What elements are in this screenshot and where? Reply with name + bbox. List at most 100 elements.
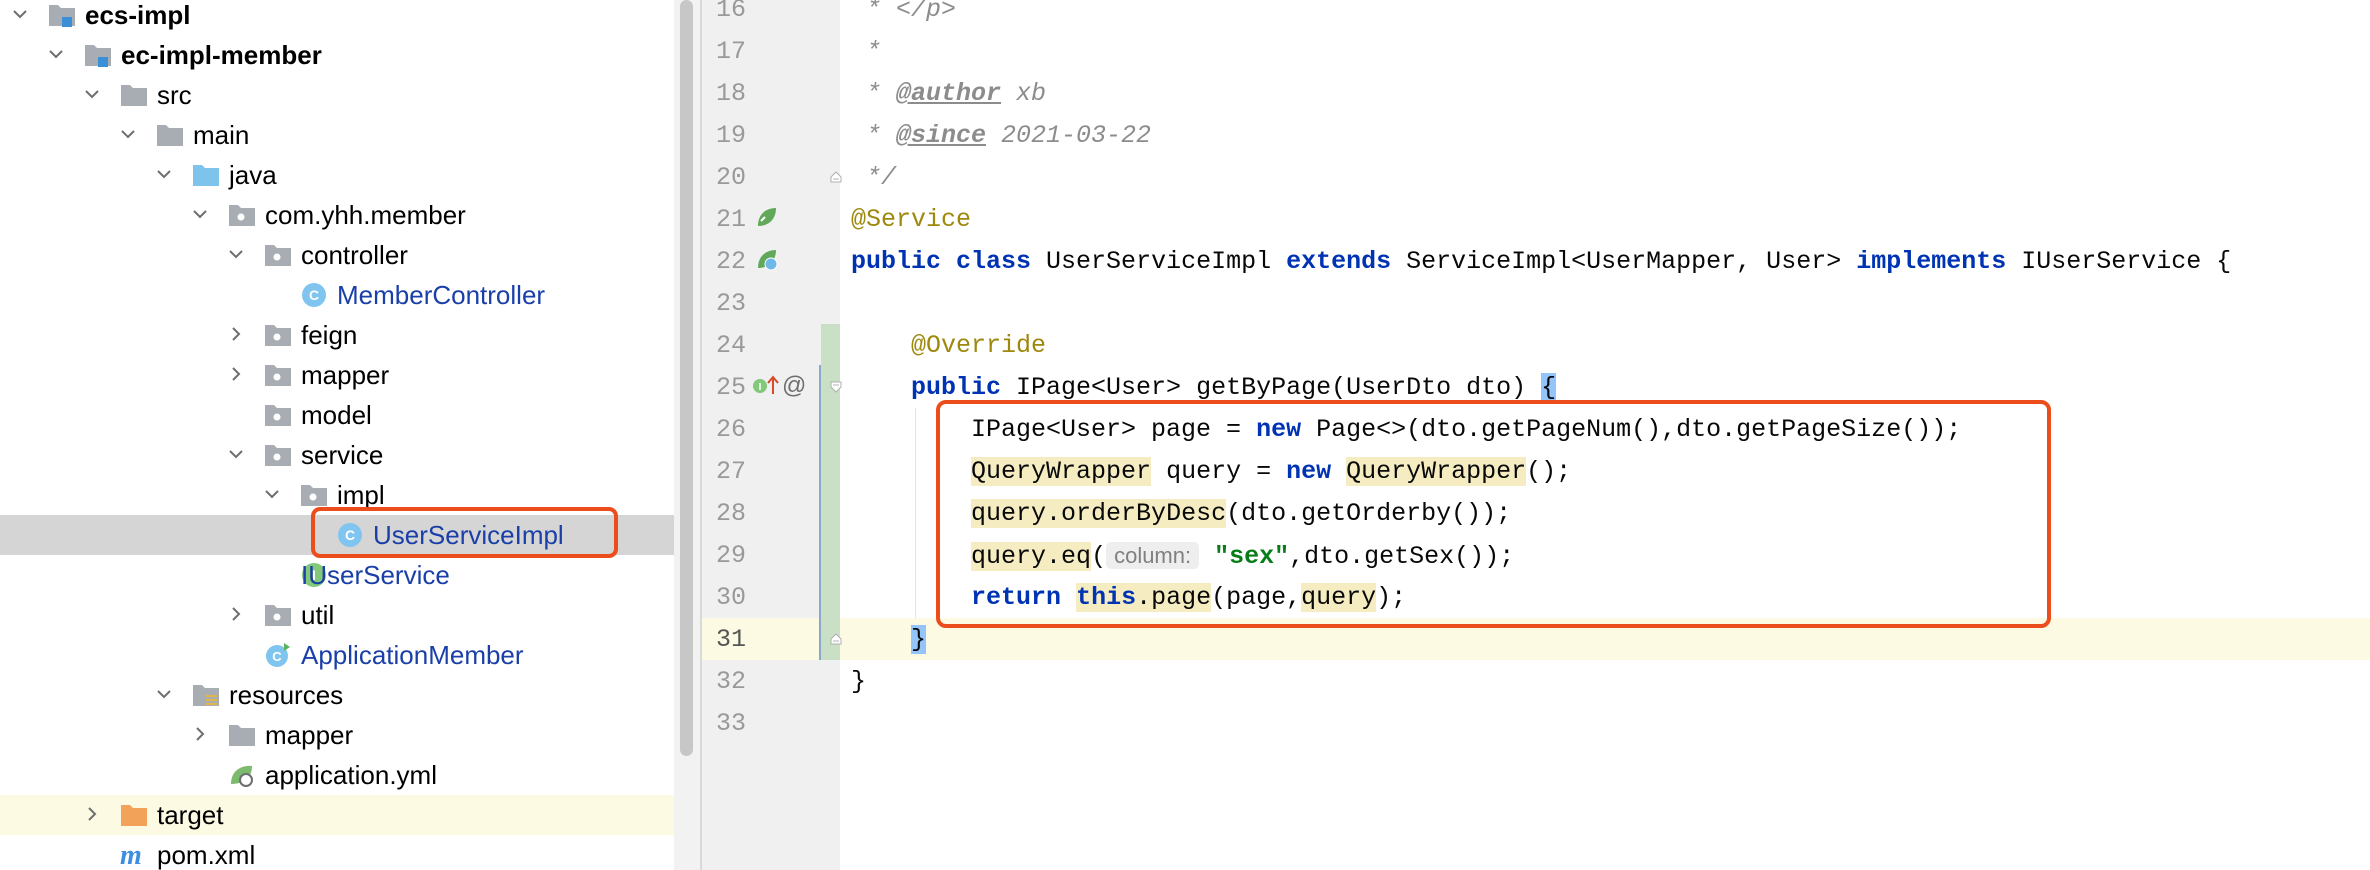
- code-token: 2021-03-22: [986, 121, 1152, 150]
- excluded-folder-icon: [120, 802, 148, 828]
- yaml-config-icon: [228, 762, 256, 788]
- fold-marker-icon[interactable]: [829, 170, 843, 184]
- chevron-down-icon[interactable]: [48, 46, 64, 62]
- fold-marker-icon[interactable]: [829, 632, 843, 646]
- code-line-31[interactable]: }: [851, 619, 927, 661]
- tree-item-label: java: [229, 160, 277, 190]
- tree-item-target[interactable]: target: [0, 795, 674, 835]
- tree-item-resources-mapper[interactable]: mapper: [0, 715, 674, 755]
- line-number: 30: [715, 583, 746, 612]
- code-line-32[interactable]: }: [851, 661, 866, 703]
- tree-item-application-member[interactable]: C ApplicationMember: [0, 635, 674, 675]
- spring-bean-icon[interactable]: [756, 206, 778, 233]
- code-token: *: [851, 121, 897, 150]
- code-token: UserServiceImpl: [1031, 247, 1287, 276]
- module-folder-icon: [84, 42, 112, 68]
- package-icon: [264, 402, 292, 428]
- code-line-21[interactable]: @Service: [851, 199, 971, 241]
- keyword-token: implements: [1856, 247, 2007, 276]
- chevron-down-icon[interactable]: [228, 246, 244, 262]
- code-line-18[interactable]: * @author xb: [851, 73, 1046, 115]
- tree-item-label: target: [157, 800, 224, 830]
- code-line-20[interactable]: */: [851, 157, 896, 199]
- tree-item-util[interactable]: util: [0, 595, 674, 635]
- line-number: 27: [715, 457, 746, 486]
- tree-item-label: IUserService: [301, 560, 450, 590]
- tree-item-resources[interactable]: resources: [0, 675, 674, 715]
- tree-item-src[interactable]: src: [0, 75, 674, 115]
- tree-item-label: ec-impl-member: [121, 40, 322, 70]
- maven-icon: m: [120, 842, 148, 868]
- package-icon: [264, 362, 292, 388]
- annotation-token: @Override: [851, 331, 1047, 360]
- chevron-down-icon[interactable]: [264, 486, 280, 502]
- chevron-down-icon[interactable]: [12, 6, 28, 22]
- implements-method-icon[interactable]: I: [752, 374, 780, 403]
- svg-text:C: C: [272, 649, 282, 664]
- tree-item-member-controller[interactable]: C MemberController: [0, 275, 674, 315]
- code-token: ServiceImpl<UserMapper, User>: [1391, 247, 1857, 276]
- chevron-right-icon[interactable]: [84, 806, 100, 822]
- tree-item-label: controller: [301, 240, 408, 270]
- chevron-down-icon[interactable]: [192, 206, 208, 222]
- tree-item-feign[interactable]: feign: [0, 315, 674, 355]
- tree-item-label: MemberController: [337, 280, 546, 310]
- line-number: 29: [715, 541, 746, 570]
- code-token: IUserService {: [2006, 247, 2232, 276]
- code-line-22[interactable]: public class UserServiceImpl extends Ser…: [851, 241, 2231, 283]
- tree-item-label: feign: [301, 320, 358, 350]
- tree-item-com-yhh-member[interactable]: com.yhh.member: [0, 195, 674, 235]
- chevron-right-icon[interactable]: [228, 326, 244, 342]
- keyword-token: extends: [1286, 247, 1392, 276]
- fold-marker-icon[interactable]: [829, 380, 843, 394]
- line-number: 26: [715, 415, 746, 444]
- tree-item-controller[interactable]: controller: [0, 235, 674, 275]
- tree-item-ec-impl-member[interactable]: ec-impl-member: [0, 35, 674, 75]
- code-line-24[interactable]: @Override: [851, 325, 1046, 367]
- chevron-right-icon[interactable]: [228, 606, 244, 622]
- tree-item-model[interactable]: model: [0, 395, 674, 435]
- tree-item-ecs-impl[interactable]: ecs-impl: [0, 0, 674, 35]
- tree-item-label: application.yml: [265, 760, 437, 790]
- tree-item-iuser-service[interactable]: I IUserService: [0, 555, 674, 595]
- chevron-down-icon[interactable]: [84, 86, 100, 102]
- code-line-19[interactable]: * @since 2021-03-22: [851, 115, 1151, 157]
- class-icon: C: [300, 282, 328, 308]
- tree-item-mapper[interactable]: mapper: [0, 355, 674, 395]
- keyword-token: class: [956, 247, 1032, 276]
- tree-item-main[interactable]: main: [0, 115, 674, 155]
- line-number: 16: [715, 0, 746, 24]
- line-number: 25: [715, 373, 746, 402]
- line-number: 19: [715, 121, 746, 150]
- line-number: 21: [715, 205, 746, 234]
- tree-item-java[interactable]: java: [0, 155, 674, 195]
- tree-item-label: resources: [229, 680, 344, 710]
- tree-item-application-yml[interactable]: application.yml: [0, 755, 674, 795]
- code-line-17[interactable]: *: [851, 31, 881, 73]
- chevron-down-icon[interactable]: [156, 166, 172, 182]
- chevron-down-icon[interactable]: [156, 686, 172, 702]
- vcs-change-line: [819, 365, 821, 660]
- tree-item-label: service: [301, 440, 384, 470]
- svg-text:C: C: [309, 287, 319, 303]
- chevron-down-icon[interactable]: [120, 126, 136, 142]
- tree-scrollbar-thumb[interactable]: [680, 0, 693, 756]
- package-icon: [228, 202, 256, 228]
- tree-item-label: model: [301, 400, 372, 430]
- chevron-right-icon[interactable]: [228, 366, 244, 382]
- tree-item-service[interactable]: service: [0, 435, 674, 475]
- selection-highlight-box: [311, 507, 618, 558]
- keyword-token: public: [851, 247, 942, 276]
- keyword-token: public: [911, 373, 1002, 402]
- code-token: xb: [1001, 79, 1047, 108]
- code-line-16[interactable]: * </p>: [851, 0, 956, 31]
- svg-text:I: I: [759, 382, 762, 393]
- annotation-token: @Service: [851, 205, 972, 234]
- annotation-at-icon[interactable]: @: [782, 372, 806, 400]
- vcs-change-marker[interactable]: [821, 324, 840, 660]
- chevron-right-icon[interactable]: [192, 726, 208, 742]
- tree-item-pom-xml[interactable]: m pom.xml: [0, 835, 674, 870]
- spring-bean-implementation-icon[interactable]: [756, 248, 780, 277]
- code-highlight-box: [936, 400, 2051, 628]
- chevron-down-icon[interactable]: [228, 446, 244, 462]
